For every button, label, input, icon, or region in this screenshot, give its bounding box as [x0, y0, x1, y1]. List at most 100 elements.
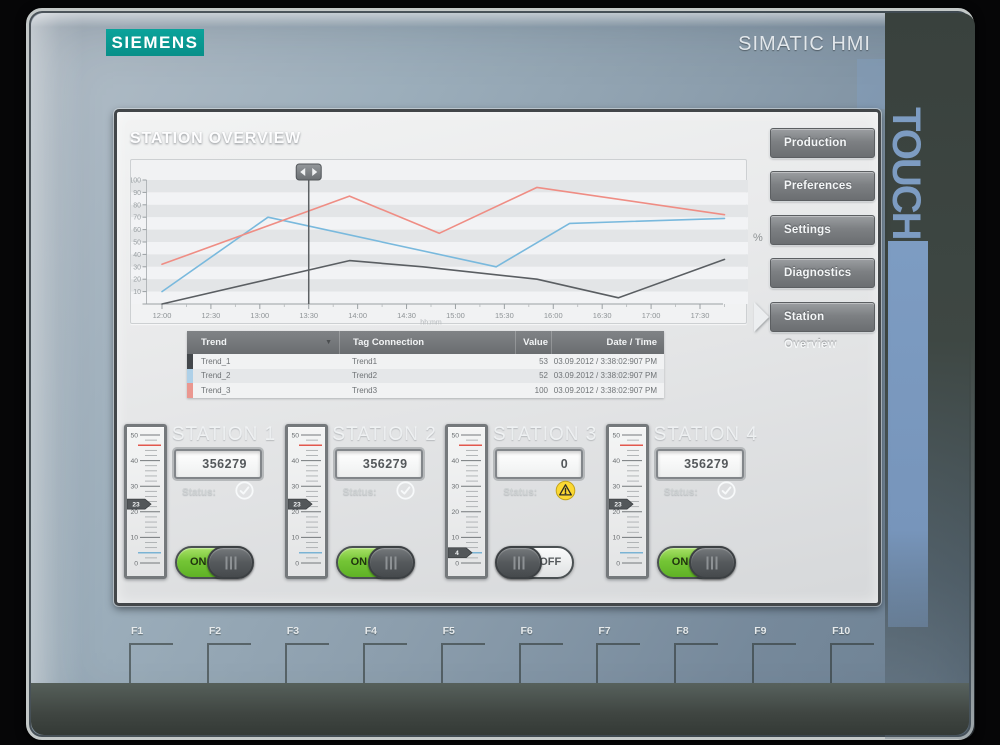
- svg-text:40: 40: [291, 458, 299, 465]
- siemens-logo: SIEMENS: [106, 29, 204, 56]
- power-toggle[interactable]: ON: [657, 546, 735, 579]
- column-header-tag-connection[interactable]: Tag Connection: [339, 331, 515, 354]
- svg-text:40: 40: [130, 458, 138, 465]
- svg-text:15:00: 15:00: [446, 311, 465, 320]
- station-slider[interactable]: 5040302010023: [124, 424, 167, 579]
- station-title: STATION 1: [168, 424, 280, 446]
- station-title: STATION 2: [329, 424, 441, 446]
- fkey-f2[interactable]: F2: [207, 625, 269, 691]
- status-label: Status:: [343, 487, 377, 498]
- power-toggle[interactable]: ON: [336, 546, 414, 579]
- fkey-f8[interactable]: F8: [674, 625, 736, 691]
- svg-text:0: 0: [134, 560, 138, 567]
- fkey-f5[interactable]: F5: [441, 625, 503, 691]
- svg-text:50: 50: [130, 432, 138, 439]
- chart-unit-label: %: [753, 232, 763, 244]
- cell-datetime: 03.09.2012 / 3:38:02:907 PM: [551, 371, 664, 380]
- nav-button-preferences[interactable]: Preferences: [770, 171, 875, 201]
- fkey-f3[interactable]: F3: [285, 625, 347, 691]
- table-row[interactable]: Trend_1Trend15303.09.2012 / 3:38:02:907 …: [187, 354, 664, 369]
- column-header-date-time[interactable]: Date / Time: [551, 331, 664, 354]
- trend-chart: 10203040506070809010012:0012:3013:0013:3…: [130, 159, 747, 324]
- station-slider[interactable]: 504030201004: [445, 424, 488, 579]
- toggle-knob[interactable]: [368, 546, 415, 579]
- trend-table: Trend ▼ Tag ConnectionValue Date / Time Tren…: [187, 331, 664, 398]
- svg-text:0: 0: [616, 560, 620, 567]
- fkey-label: F2: [209, 625, 221, 637]
- chart-ruler-handle[interactable]: [296, 164, 321, 180]
- fkey-label: F3: [287, 625, 299, 637]
- column-header-trend[interactable]: Trend ▼: [187, 331, 339, 354]
- station-value-display: 356279: [335, 449, 423, 479]
- svg-text:20: 20: [130, 509, 138, 516]
- fkey-f10[interactable]: F10: [830, 625, 892, 691]
- station-group-4: 5040302010023STATION 4356279Status:ON: [604, 422, 763, 602]
- svg-text:20: 20: [133, 277, 141, 284]
- svg-text:10: 10: [612, 535, 620, 542]
- svg-text:10: 10: [130, 535, 138, 542]
- trend-color-chip: [187, 369, 193, 384]
- nav-button-production[interactable]: Production: [770, 128, 875, 158]
- cell-trend: Trend_1: [187, 357, 339, 366]
- status-ok-icon: [234, 480, 255, 501]
- fkey-f4[interactable]: F4: [363, 625, 425, 691]
- nav-button-station-overview[interactable]: Station Overview: [770, 302, 875, 332]
- cell-datetime: 03.09.2012 / 3:38:02:907 PM: [551, 386, 664, 395]
- svg-text:50: 50: [291, 432, 299, 439]
- hmi-panel-photo: TOUCH SIEMENS SIMATIC HMI STATION OVERVI…: [0, 0, 1000, 745]
- station-group-3: 504030201004STATION 30Status:OFF: [443, 422, 602, 602]
- toggle-knob[interactable]: [495, 546, 542, 579]
- svg-text:50: 50: [612, 432, 620, 439]
- station-group-2: 5040302010023STATION 2356279Status:ON: [283, 422, 442, 602]
- nav-button-diagnostics[interactable]: Diagnostics: [770, 258, 875, 288]
- svg-text:16:30: 16:30: [593, 311, 612, 320]
- svg-text:16:00: 16:00: [544, 311, 563, 320]
- svg-text:10: 10: [452, 535, 460, 542]
- status-warning-icon: [555, 480, 576, 501]
- station-slider[interactable]: 5040302010023: [606, 424, 649, 579]
- column-header-label: Trend: [201, 337, 227, 348]
- bezel-bottom-band: [31, 683, 969, 735]
- cell-value: 53: [515, 357, 551, 366]
- toggle-knob[interactable]: [207, 546, 254, 579]
- table-row[interactable]: Trend_2Trend25203.09.2012 / 3:38:02:907 …: [187, 369, 664, 384]
- fkey-label: F1: [131, 625, 143, 637]
- fkey-f1[interactable]: F1: [129, 625, 191, 691]
- toggle-knob[interactable]: [689, 546, 736, 579]
- svg-text:14:00: 14:00: [348, 311, 367, 320]
- trend-color-chip: [187, 383, 193, 398]
- status-ok-icon: [716, 480, 737, 501]
- svg-text:30: 30: [291, 484, 299, 491]
- trend-color-chip: [187, 354, 193, 369]
- sort-desc-icon[interactable]: ▼: [325, 339, 332, 346]
- fkey-f6[interactable]: F6: [519, 625, 581, 691]
- trend-chart-canvas: 10203040506070809010012:0012:3013:0013:3…: [131, 160, 748, 325]
- svg-text:15:30: 15:30: [495, 311, 514, 320]
- svg-text:13:30: 13:30: [299, 311, 318, 320]
- column-header-label: Date / Time: [606, 337, 657, 348]
- fkey-f9[interactable]: F9: [752, 625, 814, 691]
- hmi-device-bezel: TOUCH SIEMENS SIMATIC HMI STATION OVERVI…: [26, 8, 974, 740]
- station-title: STATION 4: [650, 424, 762, 446]
- svg-text:50: 50: [133, 240, 141, 247]
- touch-band: [888, 241, 928, 627]
- svg-text:20: 20: [291, 509, 299, 516]
- station-value-display: 0: [495, 449, 583, 479]
- power-toggle[interactable]: ON: [175, 546, 253, 579]
- svg-text:12:00: 12:00: [153, 311, 172, 320]
- svg-text:10: 10: [133, 289, 141, 296]
- bezel-top-highlight: [31, 13, 969, 27]
- station-slider[interactable]: 5040302010023: [285, 424, 328, 579]
- cell-datetime: 03.09.2012 / 3:38:02:907 PM: [551, 357, 664, 366]
- svg-text:0: 0: [455, 560, 459, 567]
- toggle-state-label: ON: [351, 556, 368, 568]
- page-title: STATION OVERVIEW: [130, 130, 301, 148]
- fkey-label: F6: [521, 625, 533, 637]
- nav-button-settings[interactable]: Settings: [770, 215, 875, 245]
- table-row[interactable]: Trend_3Trend310003.09.2012 / 3:38:02:907…: [187, 383, 664, 398]
- power-toggle[interactable]: OFF: [496, 546, 574, 579]
- fkey-f7[interactable]: F7: [596, 625, 658, 691]
- column-header-value[interactable]: Value: [515, 331, 551, 354]
- toggle-state-label: OFF: [539, 556, 561, 568]
- svg-text:14:30: 14:30: [397, 311, 416, 320]
